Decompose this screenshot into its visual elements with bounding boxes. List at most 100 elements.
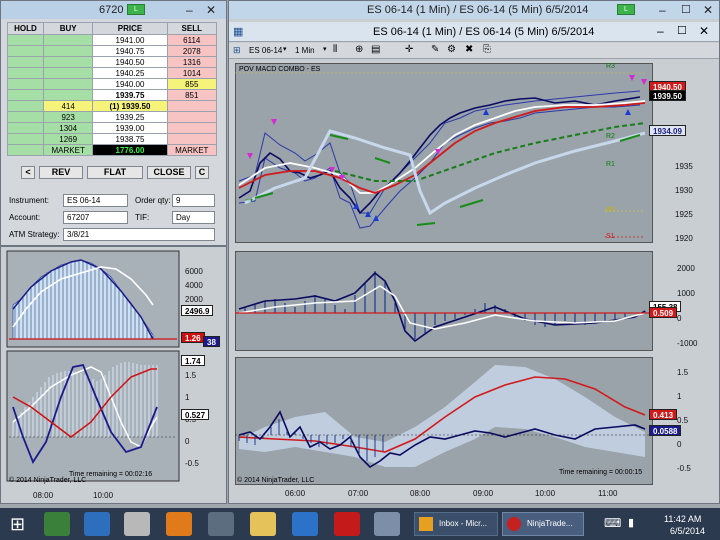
trash-icon[interactable]: ✖ [465,44,473,55]
sell-cell[interactable]: 6114 [166,34,218,46]
clock-date[interactable]: 6/5/2014 [670,526,705,536]
ninjatrader-taskbar-item[interactable]: NinjaTrade... [502,512,584,536]
left-time-label: 10:00 [93,491,114,500]
minimize-icon[interactable]: – [657,24,664,38]
taskbar: ⊞ Inbox - Micr... NinjaTrade... ⌨ ▮ 11:4… [0,508,720,540]
crosshair-icon[interactable]: ✛ [405,44,413,55]
settings-icon[interactable]: ⚙ [447,44,456,55]
chevron-down-icon[interactable]: ▾ [283,45,287,53]
sell-cell[interactable] [166,122,218,134]
close-icon[interactable]: ✕ [699,24,709,38]
toolbar-interval[interactable]: 1 Min [295,46,315,55]
buy-cell[interactable] [42,89,94,101]
axis-label: 0 [677,440,682,449]
buy-cell[interactable] [42,56,94,68]
calculator-icon[interactable] [208,512,234,536]
folder-icon[interactable] [250,512,276,536]
buy-cell[interactable]: 1269 [42,133,94,145]
minimize-icon[interactable]: – [659,1,666,19]
price-header: PRICE [92,22,168,35]
antivirus-icon[interactable] [334,512,360,536]
market-buy-button[interactable]: MARKET [42,144,94,156]
windows-start-icon[interactable]: ⊞ [10,514,32,534]
hold-cell[interactable] [7,78,44,90]
market-sell-button[interactable]: MARKET [166,144,218,156]
sell-cell[interactable]: 2078 [166,45,218,57]
left-white-tag: 2496.9 [181,305,214,316]
maximize-icon[interactable]: ☐ [677,24,687,37]
compass-icon[interactable] [374,512,400,536]
buy-cell[interactable]: 923 [42,111,94,123]
hold-cell[interactable] [7,133,44,145]
user-app-icon[interactable] [44,512,70,536]
flat-button[interactable]: FLAT [87,166,143,179]
zoom-icon[interactable]: ⊕ [355,44,363,55]
buy-cell[interactable] [42,34,94,46]
instrument-select[interactable]: ES 06-14 [63,194,128,207]
clock-time[interactable]: 11:42 AM [664,514,701,524]
sell-cell[interactable] [166,133,218,145]
hold-cell[interactable] [7,111,44,123]
scroll-left-button[interactable]: < [21,166,35,179]
atm-strategy-select[interactable]: 3/8/21 [63,228,215,241]
sell-cell[interactable]: 855 [166,78,218,90]
toolbar-instrument[interactable]: ES 06-14 [249,46,282,55]
account-select[interactable]: 67207 [63,211,128,224]
properties-icon[interactable]: ▤ [371,44,380,55]
left-red-tag: 1.26 [181,332,205,343]
sell-cell[interactable] [166,100,218,112]
buy-cell[interactable] [42,78,94,90]
hold-cell[interactable] [7,89,44,101]
left-time-label: 08:00 [33,491,54,500]
hold-cell[interactable] [7,122,44,134]
price-last-tag: 1939.50 [649,90,686,101]
outlook-taskbar-item[interactable]: Inbox - Micr... [414,512,498,536]
axis-label: 1935 [675,162,693,171]
close-icon[interactable]: ✕ [703,1,713,19]
outlook-icon [419,517,433,531]
sell-cell[interactable]: 851 [166,89,218,101]
pencil-icon[interactable]: ✎ [431,44,439,55]
level-r2: R2 [606,133,615,140]
media-player-icon[interactable] [166,512,192,536]
export-icon[interactable]: ⎘ [483,44,491,55]
chart-icon: ▦ [233,26,244,38]
hold-cell[interactable] [7,67,44,79]
tif-select[interactable]: Day [172,211,215,224]
minimize-icon[interactable]: – [186,1,193,19]
sell-cell[interactable]: 1316 [166,56,218,68]
ladder-row: 1940.75 2078 [7,45,218,57]
keyboard-icon[interactable]: ⌨ [604,516,621,530]
hold-cell[interactable] [7,34,44,46]
sell-cell[interactable] [166,111,218,123]
ie-icon[interactable] [292,512,318,536]
close-position-button[interactable]: CLOSE [147,166,191,179]
network-app-icon[interactable] [84,512,110,536]
hold-cell[interactable] [7,100,44,112]
price-cell: 1940.75 [92,45,168,57]
buy-cell[interactable] [42,45,94,57]
c-button[interactable]: C [195,166,209,179]
sell-cell[interactable]: 1014 [166,67,218,79]
main-outer-title: ES 06-14 (1 Min) / ES 06-14 (5 Min) 6/5/… [367,4,589,16]
bar-type-icon[interactable]: ⫴ [333,44,337,55]
price-cell: 1941.00 [92,34,168,46]
maximize-icon[interactable]: ☐ [681,1,691,19]
chart-toolbar: ⊞ ES 06-14 ▾ 1 Min ▾ ⫴ ⊕ ▤ ✛ ✎ ⚙ ✖ ⎘ [229,43,719,59]
axis-label: 1.5 [677,368,689,377]
left-upper-axis: 6000 4000 2000 [185,265,215,307]
paint-app-icon[interactable] [124,512,150,536]
reverse-button[interactable]: REV [39,166,83,179]
order-qty-input[interactable]: 9 [172,194,215,207]
buy-cell[interactable]: 1304 [42,122,94,134]
buy-cell[interactable] [42,67,94,79]
axis-label: 1920 [675,234,693,243]
signal-icon[interactable]: ▮ [628,516,634,529]
hold-cell[interactable] [7,45,44,57]
chevron-down-icon[interactable]: ▾ [323,45,327,53]
close-icon[interactable]: ✕ [206,1,216,19]
action-button-row: < REV FLAT CLOSE C [21,166,211,179]
buy-cell[interactable]: 414 [42,100,94,112]
price-cell: 1940.00 [92,78,168,90]
hold-cell[interactable] [7,56,44,68]
